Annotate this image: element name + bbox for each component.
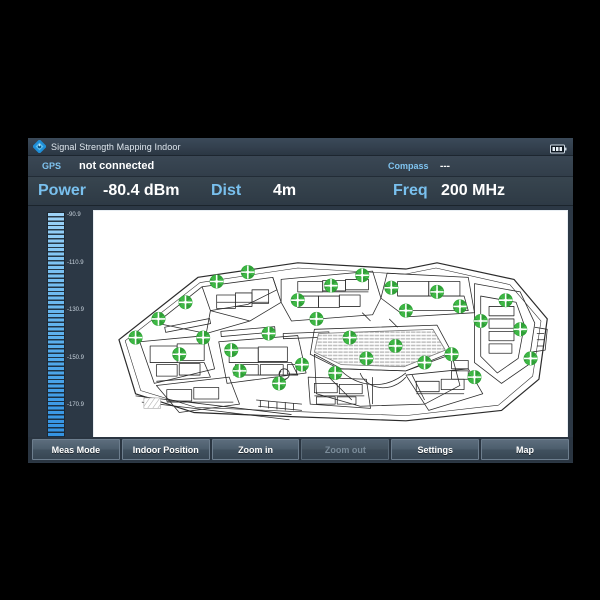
freq-value: 200 MHz [441,182,506,199]
signal-measurement-marker-icon[interactable] [467,369,482,385]
signal-measurement-marker-icon[interactable] [452,299,468,314]
signal-measurement-marker-icon[interactable] [398,303,414,319]
scale-tick: -110.9 [67,259,84,266]
rs-diamond-logo-icon [33,140,46,153]
signal-measurement-marker-icon[interactable] [323,278,339,294]
signal-measurement-marker-icon[interactable] [178,294,193,310]
gps-status-value: not connected [79,160,155,172]
signal-measurement-marker-icon[interactable] [290,292,306,308]
softkey-settings[interactable]: Settings [391,439,480,460]
scale-tick: -130.9 [67,307,85,314]
signal-measurement-marker-icon[interactable] [342,330,358,346]
color-gradient-bar [47,212,65,456]
dist-value: 4m [273,182,297,199]
compass-label: Compass [388,161,429,171]
scale-tick: -170.9 [67,402,85,409]
signal-measurement-marker-icon[interactable] [498,292,514,308]
power-value: -80.4 dBm [103,182,180,199]
measurement-bar: Power -80.4 dBm Dist 4m Freq 200 MHz [28,177,573,206]
battery-full-icon [550,141,567,154]
scale-tick: -90.9 [67,211,81,218]
softkey-zoom-out: Zoom out [301,439,390,460]
signal-measurement-marker-icon[interactable] [271,375,287,391]
signal-measurement-marker-icon[interactable] [151,311,166,327]
softkey-zoom-in[interactable]: Zoom in [211,439,300,460]
scale-tick-labels: -90.9-110.9-130.9-150.9-170.9-190.9 [67,210,93,458]
signal-measurement-marker-icon[interactable] [327,365,343,381]
compass-value: --- [440,160,450,172]
softkey-map[interactable]: Map [481,439,569,460]
signal-measurement-marker-icon[interactable] [223,342,239,358]
signal-measurement-marker-icon[interactable] [354,267,370,283]
indoor-floorplan-map[interactable] [93,210,568,458]
signal-strength-color-scale: -90.9-110.9-130.9-150.9-170.9-190.9 [33,210,93,458]
map-body: -90.9-110.9-130.9-150.9-170.9-190.9 [28,206,573,463]
title-bar: Signal Strength Mapping Indoor [28,138,573,156]
signal-measurement-marker-icon[interactable] [417,355,433,371]
scale-tick: -150.9 [67,354,85,361]
softkey-indoor-position[interactable]: Indoor Position [121,439,210,460]
dist-label: Dist [211,182,242,199]
signal-measurement-marker-icon[interactable] [261,326,277,341]
signal-measurement-marker-icon[interactable] [195,330,211,346]
signal-measurement-marker-icon[interactable] [523,350,539,366]
signal-measurement-marker-icon[interactable] [240,264,256,280]
signal-measurement-marker-icon[interactable] [171,346,187,362]
signal-measurement-marker-icon[interactable] [512,321,528,337]
signal-measurement-marker-icon[interactable] [309,311,324,327]
signal-measurement-marker-icon[interactable] [209,274,225,289]
signal-measurement-marker-icon[interactable] [383,280,399,296]
instrument-screen: Signal Strength Mapping Indoor GPS not c… [28,138,573,463]
signal-measurement-marker-icon[interactable] [473,313,489,329]
signal-measurement-marker-icon[interactable] [294,357,310,373]
power-label: Power [38,182,87,199]
window-title: Signal Strength Mapping Indoor [51,141,181,152]
signal-measurement-marker-icon[interactable] [388,338,403,354]
gps-label: GPS [42,161,62,171]
signal-measurement-marker-icon[interactable] [429,284,445,300]
signal-measurement-marker-icon[interactable] [128,330,144,346]
status-bar: GPS not connected Compass --- [28,156,573,177]
softkey-bar: Meas Mode Indoor Position Zoom in Zoom out S… [28,437,573,462]
signal-measurement-marker-icon[interactable] [232,363,247,379]
freq-label: Freq [393,182,428,199]
softkey-meas-mode[interactable]: Meas Mode [32,439,120,460]
signal-measurement-marker-icon[interactable] [444,346,460,362]
signal-measurement-marker-icon[interactable] [358,350,374,366]
